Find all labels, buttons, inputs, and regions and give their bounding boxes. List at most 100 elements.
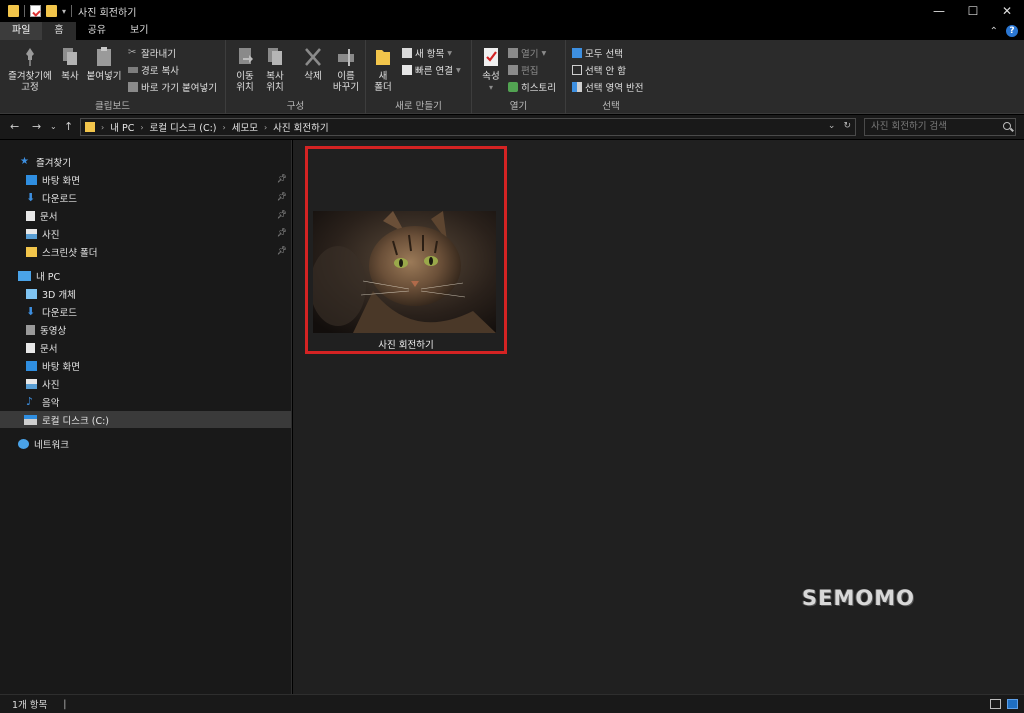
help-icon[interactable]: ? <box>1006 25 1018 37</box>
properties-icon[interactable] <box>30 5 41 17</box>
sidebar-item-videos[interactable]: 동영상 <box>0 321 291 338</box>
copy-to-button[interactable]: 복사 위치 <box>262 46 288 93</box>
sidebar-item-local-disk[interactable]: 로컬 디스크 (C:) <box>0 411 291 428</box>
sidebar-item-desktop[interactable]: 바탕 화면 📌︎ <box>0 171 291 188</box>
sidebar-item-label: 네트워크 <box>34 439 69 451</box>
minimize-button[interactable]: — <box>922 0 956 22</box>
select-none-label: 선택 안 함 <box>585 66 626 77</box>
sidebar-item-pc-documents[interactable]: 문서 <box>0 339 291 356</box>
select-none-button[interactable]: 선택 안 함 <box>572 63 626 77</box>
properties-icon <box>484 48 498 66</box>
paste-button[interactable]: 붙여넣기 <box>86 46 122 82</box>
title-bar: ▾ 사진 회전하기 — ☐ ✕ <box>0 0 1024 22</box>
pin-icon[interactable]: 📌︎ <box>277 174 287 183</box>
pictures-icon <box>26 378 37 389</box>
select-group: 모두 선택 선택 안 함 선택 영역 반전 선택 <box>566 40 656 114</box>
customize-toolbar-icon[interactable]: ▾ <box>62 7 66 16</box>
address-dropdown-icon[interactable]: ⌄ <box>828 121 836 131</box>
delete-button[interactable]: 삭제 <box>300 46 326 82</box>
new-folder-icon[interactable] <box>46 5 57 17</box>
sidebar-item-music[interactable]: ♪ 음악 <box>0 393 291 410</box>
paste-shortcut-button[interactable]: 바로 가기 붙여넣기 <box>128 80 217 94</box>
breadcrumb-chevron-icon[interactable]: › <box>264 123 267 132</box>
select-group-label: 선택 <box>602 101 620 112</box>
download-icon: ⬇ <box>26 304 36 318</box>
sidebar-item-downloads[interactable]: ⬇ 다운로드 📌︎ <box>0 189 291 206</box>
details-view-icon[interactable] <box>990 699 1001 709</box>
address-bar[interactable]: › 내 PC › 로컬 디스크 (C:) › 세모모 › 사진 회전하기 ⌄ ↻ <box>80 118 856 136</box>
up-icon[interactable]: ↑ <box>64 120 73 133</box>
forward-icon[interactable]: → <box>32 120 41 133</box>
easy-access-label: 빠른 연결 <box>415 66 453 77</box>
organize-group: 이동 위치 복사 위치 삭제 이름 바꾸기 구성 <box>226 40 366 114</box>
tab-home[interactable]: 홈 <box>42 22 76 40</box>
back-icon[interactable]: ← <box>10 120 19 133</box>
invert-selection-button[interactable]: 선택 영역 반전 <box>572 80 643 94</box>
pin-icon[interactable]: 📌︎ <box>277 210 287 219</box>
sidebar-item-pc-downloads[interactable]: ⬇ 다운로드 <box>0 303 291 320</box>
search-input[interactable]: 사진 회전하기 검색 <box>864 118 1016 136</box>
sidebar-item-label: 사진 <box>42 229 60 241</box>
close-button[interactable]: ✕ <box>990 0 1024 22</box>
new-item-button[interactable]: 새 항목 ▾ <box>402 46 452 60</box>
easy-access-button[interactable]: 빠른 연결 ▾ <box>402 63 461 77</box>
sidebar-item-this-pc[interactable]: 내 PC <box>0 267 291 284</box>
drive-icon <box>24 414 37 425</box>
cut-label: 잘라내기 <box>141 49 176 60</box>
maximize-button[interactable]: ☐ <box>956 0 990 22</box>
tab-file[interactable]: 파일 <box>0 22 43 40</box>
cut-button[interactable]: ✂ 잘라내기 <box>128 46 176 61</box>
history-button[interactable]: 히스토리 <box>508 80 556 94</box>
sidebar-item-label: 다운로드 <box>42 307 77 319</box>
breadcrumb-semomo[interactable]: 세모모 <box>232 120 258 134</box>
move-to-label: 이동 위치 <box>236 71 254 93</box>
toolbar-divider <box>24 5 25 17</box>
document-icon <box>26 342 35 353</box>
large-icons-view-icon[interactable] <box>1007 699 1018 709</box>
tab-view[interactable]: 보기 <box>118 22 160 40</box>
sidebar-item-documents[interactable]: 문서 📌︎ <box>0 207 291 224</box>
new-group-label: 새로 만들기 <box>395 101 442 112</box>
pin-to-quick-access-button[interactable]: 즐겨찾기에 고정 <box>4 46 56 93</box>
open-button[interactable]: 열기 ▾ <box>508 46 546 60</box>
sidebar-item-pictures[interactable]: 사진 📌︎ <box>0 225 291 242</box>
sidebar-item-3d-objects[interactable]: 3D 개체 <box>0 285 291 302</box>
scissors-icon: ✂ <box>128 47 137 58</box>
copy-path-button[interactable]: 경로 복사 <box>128 63 179 77</box>
sidebar-item-pc-desktop[interactable]: 바탕 화면 <box>0 357 291 374</box>
rename-label: 이름 바꾸기 <box>332 71 360 93</box>
breadcrumb-chevron-icon[interactable]: › <box>140 123 143 132</box>
new-folder-button[interactable]: 새 폴더 <box>370 46 396 93</box>
rename-button[interactable]: 이름 바꾸기 <box>330 46 362 93</box>
properties-button[interactable]: 속성 ▾ <box>478 46 504 93</box>
move-to-button[interactable]: 이동 위치 <box>232 46 258 93</box>
file-item-selected[interactable]: 사진 회전하기 <box>305 146 507 354</box>
sidebar-item-screenshot-folder[interactable]: 스크린샷 폴더 📌︎ <box>0 243 291 260</box>
sidebar-item-label: 로컬 디스크 (C:) <box>42 415 109 427</box>
quick-access-toolbar: ▾ <box>0 5 73 17</box>
tab-share[interactable]: 공유 <box>76 22 118 40</box>
pin-icon[interactable]: 📌︎ <box>277 246 287 255</box>
ribbon-collapse-icon[interactable]: ⌃ <box>990 26 998 37</box>
pin-icon[interactable]: 📌︎ <box>277 228 287 237</box>
breadcrumb-current-folder[interactable]: 사진 회전하기 <box>273 120 328 134</box>
breadcrumb-chevron-icon[interactable]: › <box>223 123 226 132</box>
sidebar-item-quick-access[interactable]: ★ 즐겨찾기 <box>0 153 291 170</box>
sidebar-item-label: 바탕 화면 <box>42 361 80 373</box>
clipboard-group: 즐겨찾기에 고정 복사 붙여넣기 ✂ 잘라내기 경로 복사 바로 가기 붙여넣기… <box>0 40 226 114</box>
select-all-button[interactable]: 모두 선택 <box>572 46 623 60</box>
sidebar-item-label: 동영상 <box>40 325 67 337</box>
refresh-icon[interactable]: ↻ <box>843 121 851 131</box>
pin-icon[interactable]: 📌︎ <box>277 192 287 201</box>
sidebar-item-label: 스크린샷 폴더 <box>42 247 98 259</box>
new-folder-label: 새 폴더 <box>374 71 392 93</box>
sidebar-item-network[interactable]: 네트워크 <box>0 435 291 452</box>
edit-button[interactable]: 편집 <box>508 63 538 77</box>
breadcrumb-chevron-icon[interactable]: › <box>101 123 104 132</box>
sidebar-item-pc-pictures[interactable]: 사진 <box>0 375 291 392</box>
breadcrumb-local-disk[interactable]: 로컬 디스크 (C:) <box>150 120 217 134</box>
copy-to-icon <box>268 48 282 65</box>
copy-button[interactable]: 복사 <box>58 46 82 82</box>
breadcrumb-this-pc[interactable]: 내 PC <box>110 120 134 134</box>
recent-locations-icon[interactable]: ⌄ <box>50 122 57 131</box>
